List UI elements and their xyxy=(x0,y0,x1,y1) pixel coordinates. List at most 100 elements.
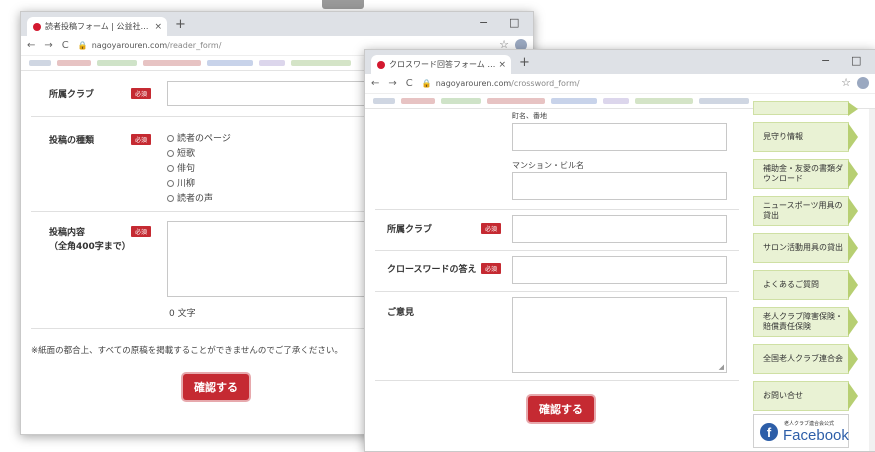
separator xyxy=(375,250,739,251)
forward-arrow-icon[interactable]: → xyxy=(388,78,396,89)
chevron-right-icon xyxy=(848,345,858,373)
radio-option-reader-page[interactable]: 読者のページ xyxy=(167,131,231,144)
back-arrow-icon[interactable]: ← xyxy=(27,40,35,51)
radio-circle-icon xyxy=(167,180,174,187)
scrollbar[interactable] xyxy=(869,109,875,451)
tab-close-button[interactable]: × xyxy=(498,60,511,70)
facebook-wordmark: Facebook xyxy=(783,427,849,444)
back-arrow-icon[interactable]: ← xyxy=(371,78,379,89)
profile-avatar[interactable] xyxy=(857,77,869,89)
bookmark-item[interactable] xyxy=(603,98,629,104)
maximize-button[interactable]: □ xyxy=(509,16,519,29)
sidebar-item-salon-rental[interactable]: サロン活動用具の貸出 xyxy=(753,233,858,263)
chevron-right-icon xyxy=(848,271,858,299)
radio-option-reader-voice[interactable]: 読者の声 xyxy=(167,191,213,204)
bookmark-item[interactable] xyxy=(207,60,253,66)
tab-reader-form[interactable]: 読者投稿フォーム | 公益社団法人名 × xyxy=(27,17,167,36)
sidebar-item-partial[interactable] xyxy=(753,101,858,116)
bookmark-item[interactable] xyxy=(259,60,285,66)
chevron-right-icon xyxy=(848,197,858,225)
radio-option-senryu[interactable]: 川柳 xyxy=(167,176,195,189)
url-path: /reader_form/ xyxy=(167,41,222,50)
url-host: nagoyarouren.com xyxy=(435,79,512,88)
sidebar-item-subsidy-download[interactable]: 補助金・友愛の書類ダウンロード xyxy=(753,159,858,189)
lock-icon: 🔒 xyxy=(421,79,432,88)
lock-icon: 🔒 xyxy=(77,41,88,50)
confirm-button[interactable]: 確認する xyxy=(528,396,594,422)
opinion-label: ご意見 xyxy=(387,308,415,318)
required-badge: 必須 xyxy=(131,226,152,237)
resize-handle-icon[interactable]: ◢ xyxy=(719,363,724,371)
club-input[interactable] xyxy=(512,215,727,243)
bookmark-item[interactable] xyxy=(97,60,137,66)
bookmark-item[interactable] xyxy=(57,60,91,66)
facebook-caption: 老人クラブ連合会公式 xyxy=(784,421,835,427)
tab-title: 読者投稿フォーム | 公益社団法人名 xyxy=(45,22,151,31)
chevron-right-icon xyxy=(848,123,858,151)
radio-circle-icon xyxy=(167,135,174,142)
site-favicon-icon xyxy=(33,22,41,31)
radio-option-haiku[interactable]: 俳句 xyxy=(167,161,195,174)
separator xyxy=(375,380,739,381)
chevron-right-icon xyxy=(848,234,858,262)
opinion-textarea[interactable]: ◢ xyxy=(512,297,727,373)
bookmark-item[interactable] xyxy=(635,98,693,104)
minimize-button[interactable]: − xyxy=(821,54,830,67)
browser-window-crossword-form: クロスワード回答フォーム | 公益社団法 × + − □ ← → C 🔒 nag… xyxy=(364,49,875,452)
url-host: nagoyarouren.com xyxy=(91,41,168,50)
post-type-label: 投稿の種類 xyxy=(49,136,95,146)
bookmark-item[interactable] xyxy=(487,98,545,104)
radio-option-tanka[interactable]: 短歌 xyxy=(167,146,195,159)
bookmark-item[interactable] xyxy=(441,98,481,104)
new-tab-button[interactable]: + xyxy=(519,55,530,70)
tab-close-button[interactable]: × xyxy=(154,22,167,32)
club-label: 所属クラブ xyxy=(49,90,95,100)
url-field[interactable]: nagoyarouren.com/reader_form/ xyxy=(92,41,222,50)
notice-text: ※紙面の都合上、すべての原稿を掲載することができませんのでご了承ください。 xyxy=(31,346,343,356)
site-favicon-icon xyxy=(377,60,385,69)
new-tab-button[interactable]: + xyxy=(175,17,186,32)
decorative-strip xyxy=(322,0,364,9)
minimize-button[interactable]: − xyxy=(479,16,488,29)
chevron-right-icon xyxy=(848,308,858,336)
chevron-right-icon xyxy=(848,382,858,410)
club-label: 所属クラブ xyxy=(387,225,433,235)
sidebar-item-contact[interactable]: お問い合せ xyxy=(753,381,858,411)
bookmark-item[interactable] xyxy=(291,60,351,66)
address-input[interactable] xyxy=(512,123,727,151)
reload-icon[interactable]: C xyxy=(406,78,413,89)
bookmark-item[interactable] xyxy=(699,98,749,104)
bookmark-item[interactable] xyxy=(373,98,395,104)
tab-crossword-form[interactable]: クロスワード回答フォーム | 公益社団法 × xyxy=(371,55,511,74)
radio-circle-icon xyxy=(167,195,174,202)
required-badge: 必須 xyxy=(481,263,502,274)
bookmark-star-icon[interactable]: ☆ xyxy=(841,76,851,89)
bookmark-item[interactable] xyxy=(551,98,597,104)
answer-input[interactable] xyxy=(512,256,727,284)
address-bar: ← → C 🔒 nagoyarouren.com/crossword_form/… xyxy=(365,74,875,94)
sidebar-item-faq[interactable]: よくあるご質問 xyxy=(753,270,858,300)
bookmark-item[interactable] xyxy=(29,60,51,66)
sidebar-item-national-federation[interactable]: 全国老人クラブ連合会 xyxy=(753,344,858,374)
facebook-icon: f xyxy=(760,423,778,441)
maximize-button[interactable]: □ xyxy=(851,54,861,67)
url-field[interactable]: nagoyarouren.com/crossword_form/ xyxy=(436,79,580,88)
bookmark-item[interactable] xyxy=(401,98,435,104)
bookmark-item[interactable] xyxy=(143,60,201,66)
tab-bar: 読者投稿フォーム | 公益社団法人名 × + − □ xyxy=(21,12,533,36)
tab-title: クロスワード回答フォーム | 公益社団法 xyxy=(389,60,495,69)
sidebar-item-insurance[interactable]: 老人クラブ障害保険・賠償責任保険 xyxy=(753,307,858,337)
mansion-label: マンション・ビル名 xyxy=(512,161,584,170)
radio-circle-icon xyxy=(167,165,174,172)
content-label: 投稿内容 xyxy=(49,228,86,238)
sidebar-item-sports-rental[interactable]: ニュースポーツ用具の貸出 xyxy=(753,196,858,226)
radio-circle-icon xyxy=(167,150,174,157)
confirm-button[interactable]: 確認する xyxy=(183,374,249,400)
forward-arrow-icon[interactable]: → xyxy=(44,40,52,51)
url-path: /crossword_form/ xyxy=(511,79,580,88)
separator xyxy=(375,291,739,292)
sidebar-item-watch-info[interactable]: 見守り情報 xyxy=(753,122,858,152)
mansion-input[interactable] xyxy=(512,172,727,200)
facebook-banner[interactable]: f 老人クラブ連合会公式 Facebook xyxy=(753,414,849,448)
reload-icon[interactable]: C xyxy=(62,40,69,51)
